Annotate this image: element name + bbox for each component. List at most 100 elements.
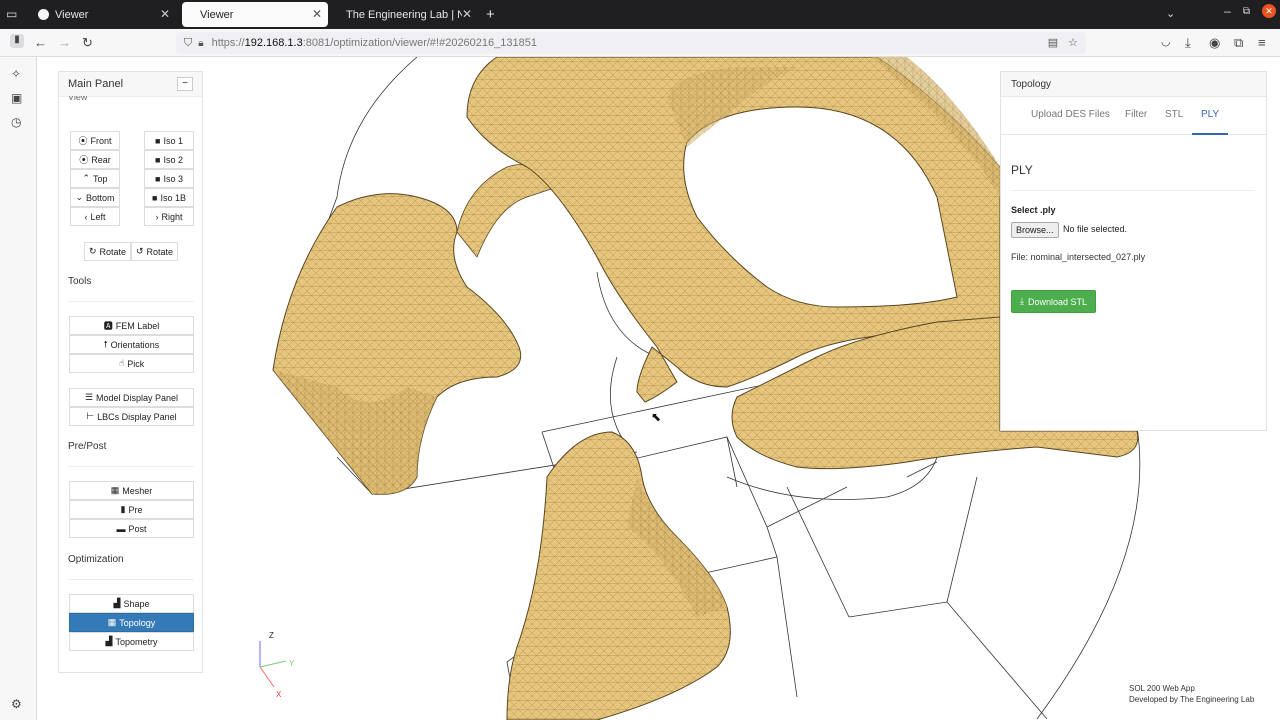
lock-icon[interactable]: 🔒︎ (198, 38, 203, 49)
cube-icon: ■ (152, 192, 158, 203)
synced-tabs-icon[interactable]: ▣ (11, 91, 22, 105)
post-button[interactable]: ▬ Post (69, 519, 194, 538)
view-section-label: View (68, 96, 88, 101)
url-bar[interactable]: ⛉ 🔒︎ https://192.168.1.3:8081/optimizati… (176, 32, 1086, 54)
button-label: Iso 3 (163, 173, 183, 184)
history-icon[interactable]: ◷ (11, 115, 21, 129)
arrow-up-icon: 🠕 (103, 338, 108, 349)
extensions-icon[interactable]: ⧉ (1234, 35, 1243, 51)
button-label: Rotate (99, 246, 127, 257)
cube-icon: ■ (155, 135, 161, 146)
button-label: Iso 1B (160, 192, 186, 203)
menu-icon[interactable]: ≡ (1258, 35, 1266, 50)
view-iso1-button[interactable]: ■ Iso 1 (144, 131, 194, 150)
close-icon[interactable]: ✕ (160, 7, 170, 21)
topology-panel-header: Topology (1001, 72, 1266, 97)
restore-icon[interactable]: ⧉ (1243, 6, 1250, 17)
view-bottom-button[interactable]: ⌄ Bottom (70, 188, 120, 207)
topometry-button[interactable]: ▟ Topometry (69, 632, 194, 651)
tab-list-icon[interactable]: ▭ (6, 7, 20, 21)
view-rear-button[interactable]: ⦿ Rear (70, 150, 120, 169)
browse-button[interactable]: Browse... (1011, 222, 1059, 238)
font-icon: 🅰︎ (103, 321, 113, 331)
optimization-section-label: Optimization (68, 554, 124, 565)
pre-button[interactable]: ▮ Pre (69, 500, 194, 519)
sidebar-toggle-icon[interactable]: ▮ (10, 34, 24, 48)
rotate-cw-button[interactable]: ↻ Rotate (84, 242, 131, 261)
main-panel: Main Panel − View ⦿ Front ⦿ Rear ⌃ Top ⌄ Bot… (58, 71, 203, 673)
tab-upload-des-files[interactable]: Upload DES Files (1031, 109, 1110, 120)
back-icon[interactable]: ← (34, 35, 47, 50)
target-icon: ⦿ (78, 136, 88, 146)
chevron-down-icon[interactable]: ⌄ (1166, 7, 1175, 20)
reload-icon[interactable]: ↻ (82, 35, 93, 51)
browser-side-rail: ✧ ▣ ◷ ⚙ (0, 57, 37, 720)
x-axis-line (259, 666, 275, 688)
fem-label-button[interactable]: 🅰︎ FEM Label (69, 316, 194, 335)
view-top-button[interactable]: ⌃ Top (70, 169, 120, 188)
file-icon: ▮ (120, 504, 126, 514)
button-label: Right (161, 211, 183, 222)
tab-engineering-lab[interactable]: The Engineering Lab | Na ✕ (332, 2, 478, 27)
tab-filter[interactable]: Filter (1125, 109, 1147, 120)
pick-button[interactable]: ☝︎ Pick (69, 354, 194, 373)
monitor-icon: ▬ (116, 523, 126, 534)
rotate-cw-icon: ↻ (88, 246, 97, 256)
minimize-icon[interactable]: – (1224, 4, 1231, 18)
active-tab-indicator (1192, 133, 1228, 135)
view-iso2-button[interactable]: ■ Iso 2 (144, 150, 194, 169)
view-right-button[interactable]: › Right (144, 207, 194, 226)
bookmark-star-icon[interactable]: ☆ (1068, 36, 1078, 49)
tab-ply[interactable]: PLY (1201, 109, 1219, 120)
shield-icon[interactable]: ⛉ (184, 37, 192, 50)
tab-label: Viewer (200, 8, 234, 21)
y-axis-label: Y (289, 659, 295, 668)
ai-chat-icon[interactable]: ✧ (11, 67, 21, 81)
lbcs-display-panel-button[interactable]: ⊢ LBCs Display Panel (69, 407, 194, 426)
new-tab-icon[interactable]: + (486, 6, 495, 23)
app-footer: SOL 200 Web App Developed by The Enginee… (1129, 683, 1254, 705)
button-label: Left (90, 211, 106, 222)
globe-icon (38, 9, 49, 20)
tab-viewer-1[interactable]: Viewer ✕ (30, 2, 176, 27)
list-icon: ☰ (84, 392, 94, 402)
download-stl-button[interactable]: ⤓ Download STL (1011, 290, 1097, 313)
target-icon: ⦿ (79, 155, 89, 165)
chevron-down-icon: ⌄ (75, 192, 84, 202)
mesher-button[interactable]: ▦ Mesher (69, 481, 194, 500)
close-icon[interactable]: ✕ (312, 7, 322, 21)
view-iso3-button[interactable]: ■ Iso 3 (144, 169, 194, 188)
settings-gear-icon[interactable]: ⚙ (11, 697, 22, 711)
tab-viewer-2[interactable]: Viewer ✕ (182, 2, 328, 27)
view-front-button[interactable]: ⦿ Front (70, 131, 120, 150)
forward-icon[interactable]: → (58, 35, 71, 50)
button-label: Bottom (86, 192, 115, 203)
collapse-button[interactable]: − (177, 77, 193, 91)
view-left-button[interactable]: ‹ Left (70, 207, 120, 226)
pocket-icon[interactable]: ◡ (1161, 35, 1171, 48)
rotate-ccw-button[interactable]: ↺ Rotate (131, 242, 178, 261)
button-label: Rotate (146, 246, 174, 257)
divider (1011, 190, 1255, 191)
x-axis-label: X (276, 690, 282, 699)
window-close-icon[interactable]: ✕ (1262, 4, 1276, 18)
model-display-panel-button[interactable]: ☰ Model Display Panel (69, 388, 194, 407)
no-file-text: No file selected. (1063, 224, 1128, 234)
url-prefix: https:// (211, 37, 245, 49)
rotate-ccw-icon: ↺ (135, 246, 144, 256)
topology-button[interactable]: ▦ Topology (69, 613, 194, 632)
browser-tab-bar: ▭ Viewer ✕ Viewer ✕ The Engineering Lab … (0, 0, 1280, 29)
close-icon[interactable]: ✕ (461, 7, 472, 21)
download-icon[interactable]: ⤓ (1185, 35, 1191, 51)
reader-icon[interactable]: ▤ (1048, 36, 1058, 49)
button-label: Shape (123, 598, 150, 609)
account-icon[interactable]: ◉ (1209, 35, 1220, 51)
3d-viewport[interactable]: Main Panel − View ⦿ Front ⦿ Rear ⌃ Top ⌄ Bot… (37, 57, 1280, 720)
mouse-cursor-icon: ⬉ (651, 410, 662, 424)
tab-stl[interactable]: STL (1165, 109, 1183, 120)
orientations-button[interactable]: 🠕 Orientations (69, 335, 194, 354)
view-iso1b-button[interactable]: ■ Iso 1B (144, 188, 194, 207)
shape-button[interactable]: ▟ Shape (69, 594, 194, 613)
button-label: Topology (119, 617, 156, 628)
button-label: Top (93, 173, 108, 184)
